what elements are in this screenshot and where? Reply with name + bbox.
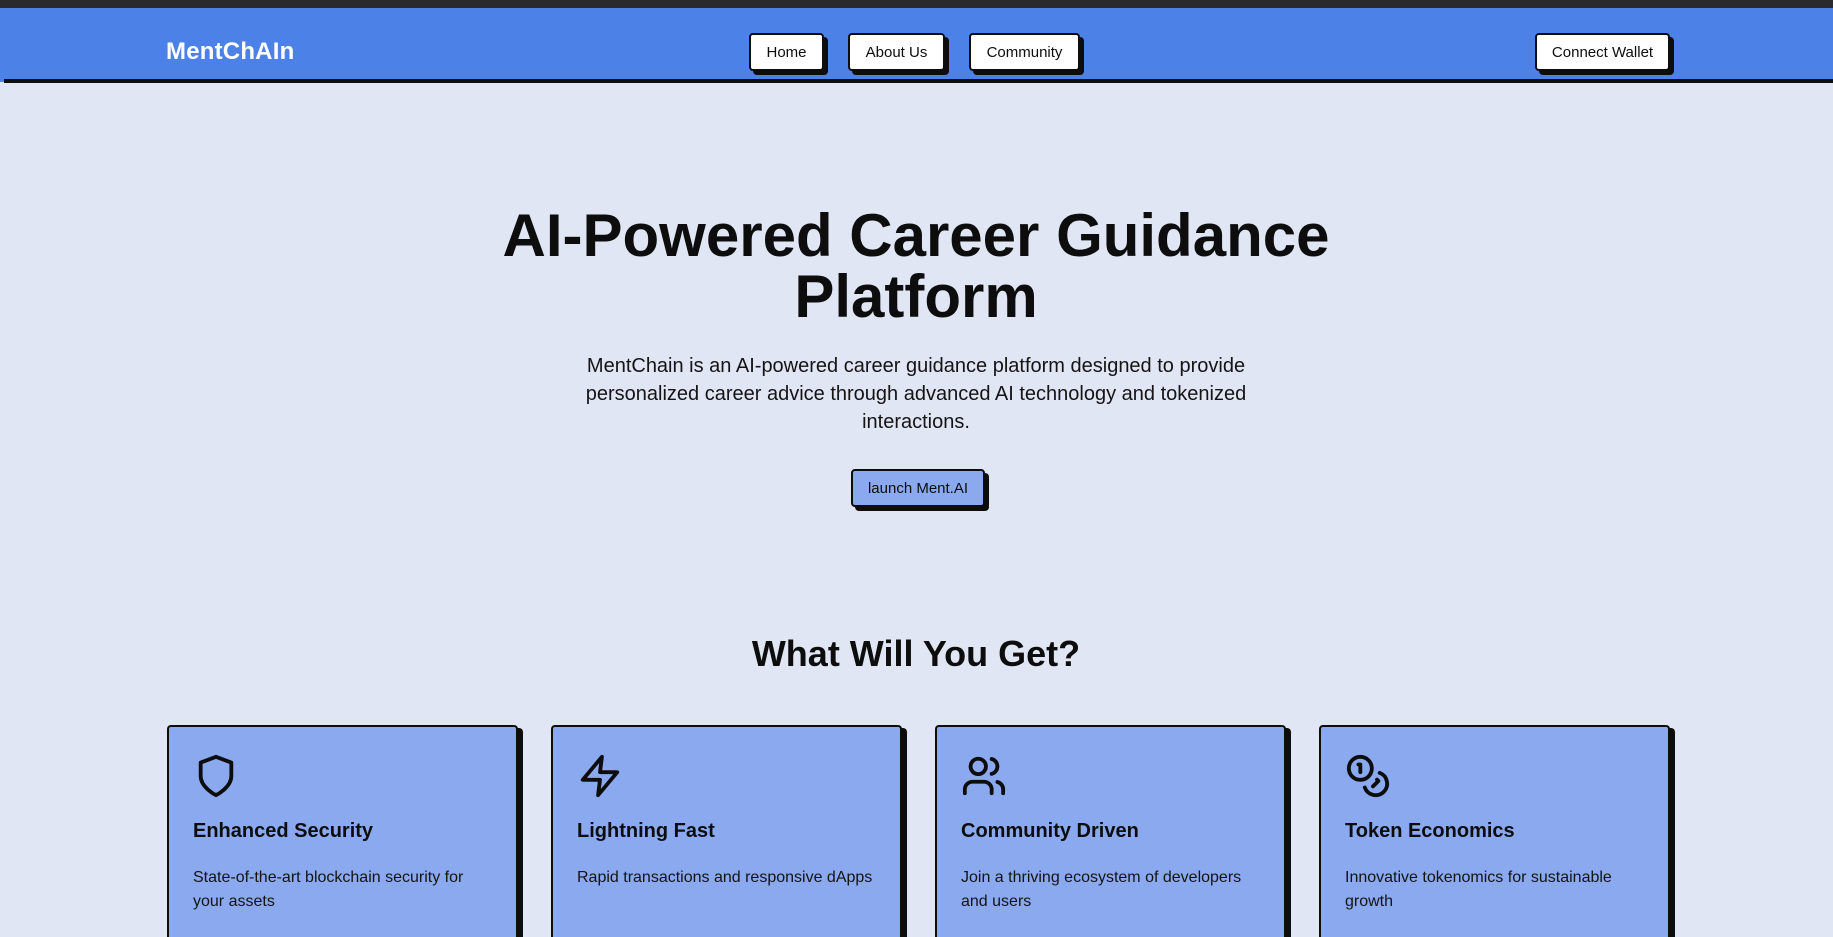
window-top-strip xyxy=(0,0,1833,8)
feature-card-tokens: Token Economics Innovative tokenomics fo… xyxy=(1319,725,1670,937)
feature-description: Join a thriving ecosystem of developers … xyxy=(961,869,1242,910)
navbar-divider xyxy=(4,79,1833,83)
brand-logo[interactable]: MentChAIn xyxy=(166,38,294,66)
users-icon xyxy=(961,753,1007,799)
nav-about-button[interactable]: About Us xyxy=(848,33,945,71)
connect-wallet-button[interactable]: Connect Wallet xyxy=(1535,33,1670,71)
feature-description: Innovative tokenomics for sustainable gr… xyxy=(1345,869,1612,910)
hero-title: AI-Powered Career Guidance Platform xyxy=(502,202,1330,330)
feature-card-security: Enhanced Security State-of-the-art block… xyxy=(167,725,518,937)
launch-app-button[interactable]: launch Ment.AI xyxy=(851,469,985,507)
nav-home-button[interactable]: Home xyxy=(749,33,824,71)
coins-icon xyxy=(1345,753,1391,799)
nav-community-button[interactable]: Community xyxy=(969,33,1080,71)
feature-title: Enhanced Security xyxy=(193,820,374,842)
hero-description: MentChain is an AI-powered career guidan… xyxy=(585,355,1247,433)
shield-icon xyxy=(193,753,239,799)
feature-title: Community Driven xyxy=(961,820,1139,842)
features-heading: What Will You Get? xyxy=(751,633,1081,674)
feature-card-community: Community Driven Join a thriving ecosyst… xyxy=(935,725,1286,937)
feature-title: Lightning Fast xyxy=(577,820,715,842)
feature-title: Token Economics xyxy=(1345,820,1515,842)
lightning-icon xyxy=(577,753,623,799)
feature-card-speed: Lightning Fast Rapid transactions and re… xyxy=(551,725,902,937)
feature-description: Rapid transactions and responsive dApps xyxy=(577,869,873,886)
feature-description: State-of-the-art blockchain security for… xyxy=(193,869,464,910)
navbar: MentChAIn Home About Us Community Connec… xyxy=(0,8,1833,82)
